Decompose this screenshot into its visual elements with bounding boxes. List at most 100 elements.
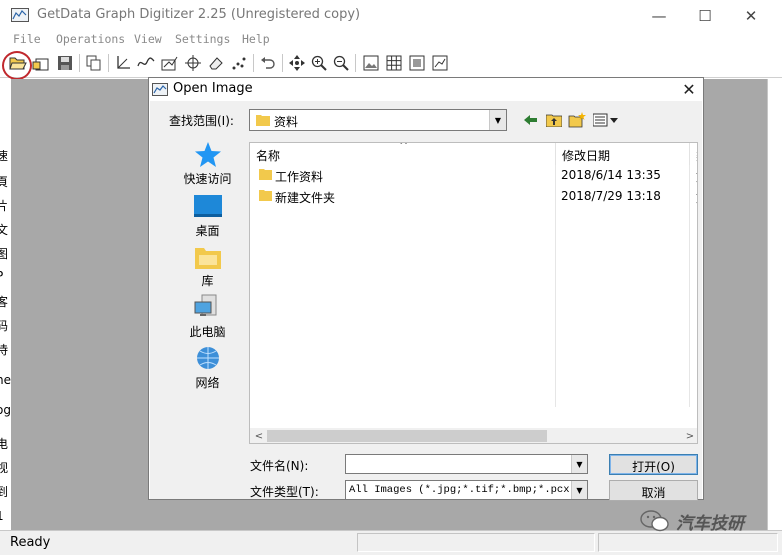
chevron-down-icon[interactable]: ▼ xyxy=(571,481,587,499)
scroll-thumb[interactable] xyxy=(267,430,547,442)
column-header-type[interactable]: 类 xyxy=(690,143,697,165)
status-panel xyxy=(357,533,595,552)
watermark: 汽车技研 xyxy=(640,508,780,534)
undo-icon[interactable] xyxy=(258,53,278,73)
background-text-fragment: ne xyxy=(0,373,11,387)
up-folder-button[interactable] xyxy=(543,110,565,130)
background-text-fragment: 1 xyxy=(0,509,4,523)
dialog-title: Open Image xyxy=(173,81,253,96)
app-icon xyxy=(152,83,168,96)
background-text-fragment: 码 xyxy=(0,319,9,333)
place-quick-access[interactable]: 快速访问 xyxy=(166,141,249,191)
open-image-icon[interactable] xyxy=(31,53,51,73)
background-text-fragment: 速 xyxy=(0,149,9,163)
close-button[interactable]: ✕ xyxy=(728,0,774,31)
filetype-select[interactable]: All Images (*.jpg;*.tif;*.bmp;*.pcx) ▼ xyxy=(345,480,588,500)
axes-icon[interactable] xyxy=(113,53,133,73)
place-library[interactable]: 库 xyxy=(166,243,249,293)
computer-icon xyxy=(194,294,216,316)
sort-arrow-icon: ^ xyxy=(399,143,409,152)
horizontal-scrollbar[interactable]: < > xyxy=(250,428,697,443)
dialog-body: 查找范围(I): 资料 ▼ 快速访问 桌面 库 此电脑 网络 名称 ^ 修改日期… xyxy=(150,101,702,501)
filetype-label: 文件类型(T): xyxy=(250,485,319,499)
background-text-fragment: 待 xyxy=(0,343,9,357)
zoom-in-icon[interactable] xyxy=(309,53,329,73)
window-title: GetData Graph Digitizer 2.25 (Unregister… xyxy=(37,7,361,22)
title-bar: GetData Graph Digitizer 2.25 (Unregister… xyxy=(0,0,782,31)
digitize-icon[interactable] xyxy=(160,53,180,73)
menu-operations[interactable]: Operations xyxy=(56,32,125,46)
right-strip xyxy=(767,79,782,530)
desktop-icon xyxy=(193,195,222,217)
chevron-down-icon[interactable]: ▼ xyxy=(489,110,506,130)
filename-label: 文件名(N): xyxy=(250,459,309,473)
place-network[interactable]: 网络 xyxy=(166,345,249,395)
eraser-icon[interactable] xyxy=(206,53,226,73)
view-menu-button[interactable] xyxy=(591,110,621,130)
column-header-date[interactable]: 修改日期 xyxy=(556,143,690,165)
zoom-out-icon[interactable] xyxy=(331,53,351,73)
maximize-button[interactable]: ☐ xyxy=(682,0,728,31)
background-text-fragment: 文 xyxy=(0,223,9,237)
menu-view[interactable]: View xyxy=(134,32,162,46)
background-text-fragment: 客 xyxy=(0,295,9,309)
scroll-left-icon[interactable]: < xyxy=(252,428,266,443)
star-icon xyxy=(194,142,221,167)
dialog-close-button[interactable]: ✕ xyxy=(677,79,701,100)
status-panel xyxy=(598,533,778,552)
background-window-edge: 速頁片文图P客码待 ne og 电视到 1 xyxy=(0,79,11,530)
up-folder-icon xyxy=(546,114,562,127)
file-row[interactable]: 新建文件夹 2018/7/29 13:18 文 xyxy=(250,186,697,206)
look-in-value: 资料 xyxy=(274,115,299,129)
line-icon[interactable] xyxy=(136,53,156,73)
background-text-fragment: og xyxy=(0,403,11,417)
background-text-fragment: 片 xyxy=(0,199,9,213)
highlight-circle xyxy=(2,51,32,80)
background-text-fragment: 电 xyxy=(0,437,9,451)
column-header-name[interactable]: 名称 ^ xyxy=(250,143,556,165)
file-row[interactable]: 工作资料 2018/6/14 13:35 文 xyxy=(250,165,697,185)
chevron-down-icon[interactable]: ▼ xyxy=(571,455,587,473)
file-list: 名称 ^ 修改日期 类 工作资料 2018/6/14 13:35 文 新建文件夹… xyxy=(249,142,698,444)
watermark-text: 汽车技研 xyxy=(676,514,744,534)
background-text-fragment: 頁 xyxy=(0,175,9,189)
folder-icon xyxy=(256,115,270,126)
app-icon xyxy=(11,8,29,22)
look-in-dropdown[interactable]: 资料 ▼ xyxy=(249,109,507,131)
fit-icon[interactable] xyxy=(407,53,427,73)
graph-icon[interactable] xyxy=(430,53,450,73)
minimize-button[interactable]: — xyxy=(636,0,682,31)
place-desktop[interactable]: 桌面 xyxy=(166,193,249,243)
back-button[interactable] xyxy=(520,110,542,130)
grid-icon[interactable] xyxy=(384,53,404,73)
new-folder-button[interactable] xyxy=(566,110,588,130)
point-icon[interactable] xyxy=(183,53,203,73)
places-bar: 快速访问 桌面 库 此电脑 网络 xyxy=(166,141,249,441)
scroll-right-icon[interactable]: > xyxy=(683,428,697,443)
look-in-label: 查找范围(I): xyxy=(169,114,234,128)
filename-input[interactable] xyxy=(345,454,588,474)
menu-help[interactable]: Help xyxy=(242,32,270,46)
folder-icon xyxy=(259,190,272,201)
menu-settings[interactable]: Settings xyxy=(175,32,230,46)
place-this-pc[interactable]: 此电脑 xyxy=(166,294,249,344)
wechat-icon xyxy=(640,510,669,532)
image-icon[interactable] xyxy=(361,53,381,73)
pan-icon[interactable] xyxy=(287,53,307,73)
network-icon xyxy=(196,347,219,369)
background-text-fragment: 视 xyxy=(0,461,9,475)
background-text-fragment: P xyxy=(0,269,3,283)
copy-icon[interactable] xyxy=(84,53,104,73)
save-icon[interactable] xyxy=(55,53,75,73)
view-menu-icon xyxy=(593,113,618,127)
file-type: 文 xyxy=(696,168,697,185)
background-text-fragment: 图 xyxy=(0,247,9,261)
open-button[interactable]: 打开(O) xyxy=(609,454,698,475)
grid-points-icon[interactable] xyxy=(229,53,249,73)
cancel-button[interactable]: 取消 xyxy=(609,480,698,501)
background-text-fragment: 到 xyxy=(0,485,9,499)
menu-file[interactable]: File xyxy=(13,32,41,46)
toolbar xyxy=(0,50,782,78)
file-type: 文 xyxy=(696,189,697,206)
file-date: 2018/7/29 13:18 xyxy=(561,189,661,203)
